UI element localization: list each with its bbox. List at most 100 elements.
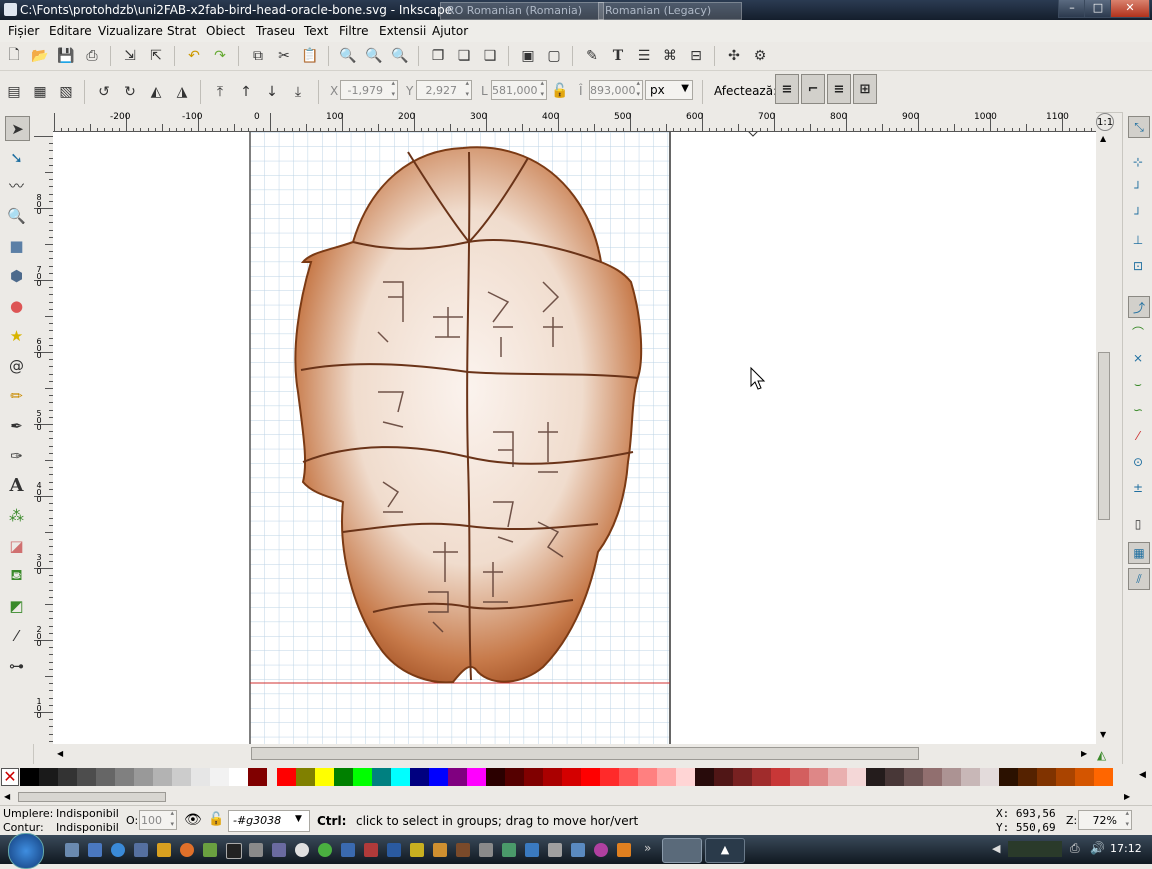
select-all-layers-icon[interactable]: ▦ — [30, 82, 50, 102]
copy-icon[interactable]: ⧉ — [248, 46, 268, 66]
color-swatch[interactable] — [372, 768, 391, 786]
calculator-icon[interactable] — [249, 843, 263, 857]
spiral-tool-icon[interactable]: @ — [5, 354, 28, 377]
group-icon[interactable]: ▣ — [518, 46, 538, 66]
y-input[interactable]: 2,927 — [416, 78, 472, 100]
deselect-icon[interactable]: ▧ — [56, 82, 76, 102]
select-all-icon[interactable]: ▤ — [4, 82, 24, 102]
app-icon[interactable] — [203, 843, 217, 857]
color-swatch[interactable] — [657, 768, 676, 786]
preferences-icon[interactable]: ✣ — [724, 46, 744, 66]
zoom-drawing-icon[interactable]: 🔍 — [364, 46, 384, 66]
color-swatch[interactable] — [1018, 768, 1037, 786]
snap-intersections-icon[interactable]: ⨯ — [1128, 348, 1148, 368]
explorer-icon[interactable] — [88, 843, 102, 857]
color-swatch[interactable] — [486, 768, 505, 786]
save-icon[interactable]: 💾 — [56, 46, 76, 66]
open-icon[interactable]: 📂 — [30, 46, 50, 66]
show-desktop-icon[interactable] — [65, 843, 79, 857]
menu-layer[interactable]: Strat — [167, 24, 196, 38]
scale-stroke-toggle[interactable]: ≡ — [775, 74, 799, 104]
volume-icon[interactable]: 🔊 — [1090, 841, 1105, 855]
flip-horizontal-icon[interactable]: ◭ — [146, 82, 166, 102]
text-font-icon[interactable]: T — [608, 46, 628, 66]
snap-bbox-midpoint-icon[interactable]: ⊥ — [1128, 230, 1148, 250]
selector-tool-icon[interactable]: ➤ — [5, 116, 30, 141]
color-swatch[interactable] — [505, 768, 524, 786]
ellipse-tool-icon[interactable]: ● — [5, 294, 28, 317]
color-swatch[interactable] — [714, 768, 733, 786]
app-icon[interactable] — [433, 843, 447, 857]
rectangle-tool-icon[interactable]: ■ — [5, 234, 28, 257]
color-swatch[interactable] — [562, 768, 581, 786]
calligraphy-tool-icon[interactable]: ✑ — [5, 444, 28, 467]
transform-gradients-toggle[interactable]: ≡ — [827, 74, 851, 104]
ime-keyboard[interactable]: Romanian (Legacy) — [598, 2, 742, 20]
flip-vertical-icon[interactable]: ◮ — [172, 82, 192, 102]
color-swatch[interactable] — [942, 768, 961, 786]
more-icons-chevron-icon[interactable]: » — [644, 841, 651, 855]
horizontal-ruler[interactable]: -200 -100 0 100 200 300 400 500 600 700 … — [53, 112, 1096, 133]
color-swatch[interactable] — [77, 768, 96, 786]
connector-tool-icon[interactable]: ⊶ — [5, 654, 28, 677]
color-swatch[interactable] — [809, 768, 828, 786]
color-swatch[interactable] — [638, 768, 657, 786]
color-swatch[interactable] — [733, 768, 752, 786]
color-swatch[interactable] — [790, 768, 809, 786]
spray-tool-icon[interactable]: ⁂ — [5, 504, 28, 527]
lower-to-bottom-icon[interactable]: ⤓ — [288, 82, 308, 102]
menu-text[interactable]: Text — [304, 24, 328, 38]
disc-icon[interactable] — [295, 843, 309, 857]
fill-value[interactable]: Indisponibil — [56, 807, 119, 820]
gradient-tool-icon[interactable]: ◩ — [5, 594, 28, 617]
taskbar-window-button[interactable]: ▲ — [705, 838, 745, 863]
color-swatch[interactable] — [980, 768, 999, 786]
color-swatch[interactable] — [391, 768, 410, 786]
horizontal-scroll-thumb[interactable] — [251, 747, 919, 760]
unit-select[interactable]: px ▼ — [645, 80, 693, 100]
height-input[interactable]: 893,000 — [589, 78, 643, 100]
raise-to-top-icon[interactable]: ⤒ — [210, 82, 230, 102]
color-swatch[interactable] — [771, 768, 790, 786]
menu-help[interactable]: Ajutor — [432, 24, 468, 38]
internet-explorer-icon[interactable] — [111, 843, 125, 857]
color-swatch[interactable] — [448, 768, 467, 786]
snap-cusp-nodes-icon[interactable]: ⌣ — [1128, 374, 1148, 394]
new-document-icon[interactable]: 🗋 — [4, 46, 24, 66]
color-swatch[interactable] — [581, 768, 600, 786]
color-swatch[interactable] — [296, 768, 315, 786]
eraser-tool-icon[interactable]: ◪ — [5, 534, 28, 557]
xml-editor-icon[interactable]: ⌘ — [660, 46, 680, 66]
color-swatch[interactable] — [961, 768, 980, 786]
snap-guides-icon[interactable]: ⫽ — [1128, 568, 1150, 590]
color-swatch[interactable] — [39, 768, 58, 786]
scroll-up-arrow-icon[interactable]: ▲ — [1100, 134, 1106, 143]
color-swatch[interactable] — [410, 768, 429, 786]
color-swatch[interactable] — [524, 768, 543, 786]
menu-object[interactable]: Obiect — [206, 24, 245, 38]
zoom-tool-icon[interactable]: 🔍 — [5, 204, 28, 227]
palette-scrollbar[interactable]: ◀ ▶ — [0, 789, 1152, 805]
scroll-right-arrow-icon[interactable]: ▶ — [1081, 749, 1087, 758]
app-icon[interactable] — [341, 843, 355, 857]
color-swatch[interactable] — [353, 768, 372, 786]
menu-path[interactable]: Traseu — [256, 24, 295, 38]
zoom-selection-icon[interactable]: 🔍 — [338, 46, 358, 66]
paint-bucket-tool-icon[interactable]: ⛾ — [5, 564, 28, 587]
color-swatch[interactable] — [543, 768, 562, 786]
clone-icon[interactable]: ❏ — [454, 46, 474, 66]
menu-filters[interactable]: Filtre — [339, 24, 368, 38]
media-app-icon[interactable] — [157, 843, 171, 857]
color-swatch[interactable] — [866, 768, 885, 786]
align-distribute-icon[interactable]: ⊟ — [686, 46, 706, 66]
ungroup-icon[interactable]: ▢ — [544, 46, 564, 66]
x-input[interactable]: -1,979 — [340, 78, 398, 100]
zoom-page-icon[interactable]: 🔍 — [390, 46, 410, 66]
vertical-scroll-thumb[interactable] — [1098, 352, 1110, 520]
chrome-icon[interactable] — [318, 843, 332, 857]
color-swatch[interactable] — [695, 768, 714, 786]
no-paint-swatch[interactable]: ✕ — [1, 768, 19, 786]
current-layer-select[interactable]: -#g3038 ▼ — [228, 810, 310, 832]
color-swatch[interactable] — [752, 768, 771, 786]
color-swatch[interactable] — [1075, 768, 1094, 786]
